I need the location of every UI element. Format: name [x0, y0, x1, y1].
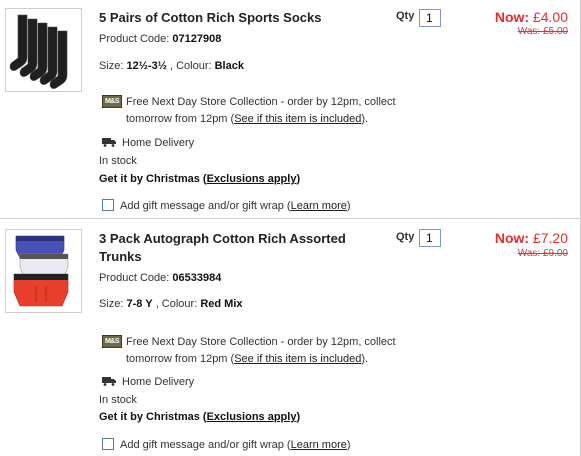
store-icon: M&S: [102, 335, 122, 348]
qty-input[interactable]: [419, 9, 441, 27]
qty-label: Qty: [396, 231, 415, 243]
see-if-included-link[interactable]: See if this item is included: [234, 113, 361, 125]
home-delivery-label: Home Delivery: [122, 137, 195, 149]
product-code-value: 07127908: [172, 33, 222, 45]
gift-option: Add gift message and/or gift wrap (Learn…: [102, 199, 351, 212]
product-code-label: Product Code:: [99, 33, 170, 45]
product-image-trunks[interactable]: [5, 229, 82, 313]
was-price: Was: £5.00: [517, 26, 568, 37]
delivery-van-icon: [102, 137, 117, 147]
basket-list: 5 Pairs of Cotton Rich Sports Socks Prod…: [0, 0, 581, 456]
product-code-label: Product Code:: [99, 272, 170, 284]
christmas-text: Get it by Christmas (: [99, 411, 207, 423]
now-price-value: £4.00: [532, 9, 568, 25]
product-options: Size: 12½-3½ , Colour: Black: [99, 60, 244, 72]
gift-checkbox[interactable]: [102, 438, 114, 450]
store-collection-text-end: ).: [361, 113, 369, 125]
home-delivery: Home Delivery: [102, 137, 194, 149]
product-title[interactable]: 5 Pairs of Cotton Rich Sports Socks: [99, 9, 369, 27]
store-collection-text-end: ).: [361, 353, 369, 365]
colour-label: , Colour:: [155, 298, 198, 310]
christmas-delivery: Get it by Christmas (Exclusions apply): [99, 173, 300, 185]
size-value: 12½-3½: [126, 60, 167, 72]
now-label: Now:: [494, 230, 530, 246]
product-code-value: 06533984: [172, 272, 222, 284]
exclusions-apply-link[interactable]: Exclusions apply: [207, 411, 297, 423]
colour-label: , Colour:: [169, 60, 212, 72]
product-options: Size: 7-8 Y , Colour: Red Mix: [99, 298, 243, 310]
colour-value: Black: [214, 60, 244, 72]
christmas-text-end: ): [296, 173, 301, 185]
now-label: Now:: [494, 9, 530, 25]
size-value: 7-8 Y: [126, 298, 153, 310]
was-price: Was: £9.00: [517, 248, 568, 259]
product-code: Product Code: 06533984: [99, 272, 221, 284]
basket-item: 5 Pairs of Cotton Rich Sports Socks Prod…: [0, 0, 580, 219]
size-label: Size:: [99, 298, 124, 310]
product-code: Product Code: 07127908: [99, 33, 221, 45]
now-price-value: £7.20: [532, 230, 568, 246]
gift-label-end: ): [346, 200, 351, 212]
product-title[interactable]: 3 Pack Autograph Cotton Rich Assorted Tr…: [99, 230, 369, 266]
now-price: Now: £4.00: [495, 9, 568, 25]
qty-label: Qty: [396, 10, 415, 22]
christmas-text-end: ): [296, 411, 301, 423]
christmas-text: Get it by Christmas (: [99, 173, 207, 185]
store-collection-text: Free Next Day Store Collection - order b…: [126, 334, 406, 368]
gift-option: Add gift message and/or gift wrap (Learn…: [102, 438, 351, 451]
home-delivery-label: Home Delivery: [122, 376, 195, 388]
size-label: Size:: [99, 60, 124, 72]
now-price: Now: £7.20: [495, 230, 568, 246]
gift-label: Add gift message and/or gift wrap (: [120, 200, 291, 212]
product-image-socks[interactable]: [5, 8, 82, 92]
qty-input[interactable]: [419, 229, 441, 247]
see-if-included-link[interactable]: See if this item is included: [234, 353, 361, 365]
christmas-delivery: Get it by Christmas (Exclusions apply): [99, 411, 300, 423]
home-delivery: Home Delivery: [102, 376, 194, 388]
gift-label: Add gift message and/or gift wrap (: [120, 439, 291, 451]
colour-value: Red Mix: [200, 298, 243, 310]
stock-status: In stock: [99, 394, 137, 406]
delivery-van-icon: [102, 376, 117, 386]
learn-more-link[interactable]: Learn more: [291, 439, 347, 451]
learn-more-link[interactable]: Learn more: [291, 200, 347, 212]
exclusions-apply-link[interactable]: Exclusions apply: [207, 173, 297, 185]
basket-item: 3 Pack Autograph Cotton Rich Assorted Tr…: [0, 220, 580, 456]
gift-label-end: ): [346, 439, 351, 451]
gift-checkbox[interactable]: [102, 199, 114, 211]
stock-status: In stock: [99, 155, 137, 167]
store-collection-text: Free Next Day Store Collection - order b…: [126, 94, 406, 128]
store-icon: M&S: [102, 95, 122, 108]
